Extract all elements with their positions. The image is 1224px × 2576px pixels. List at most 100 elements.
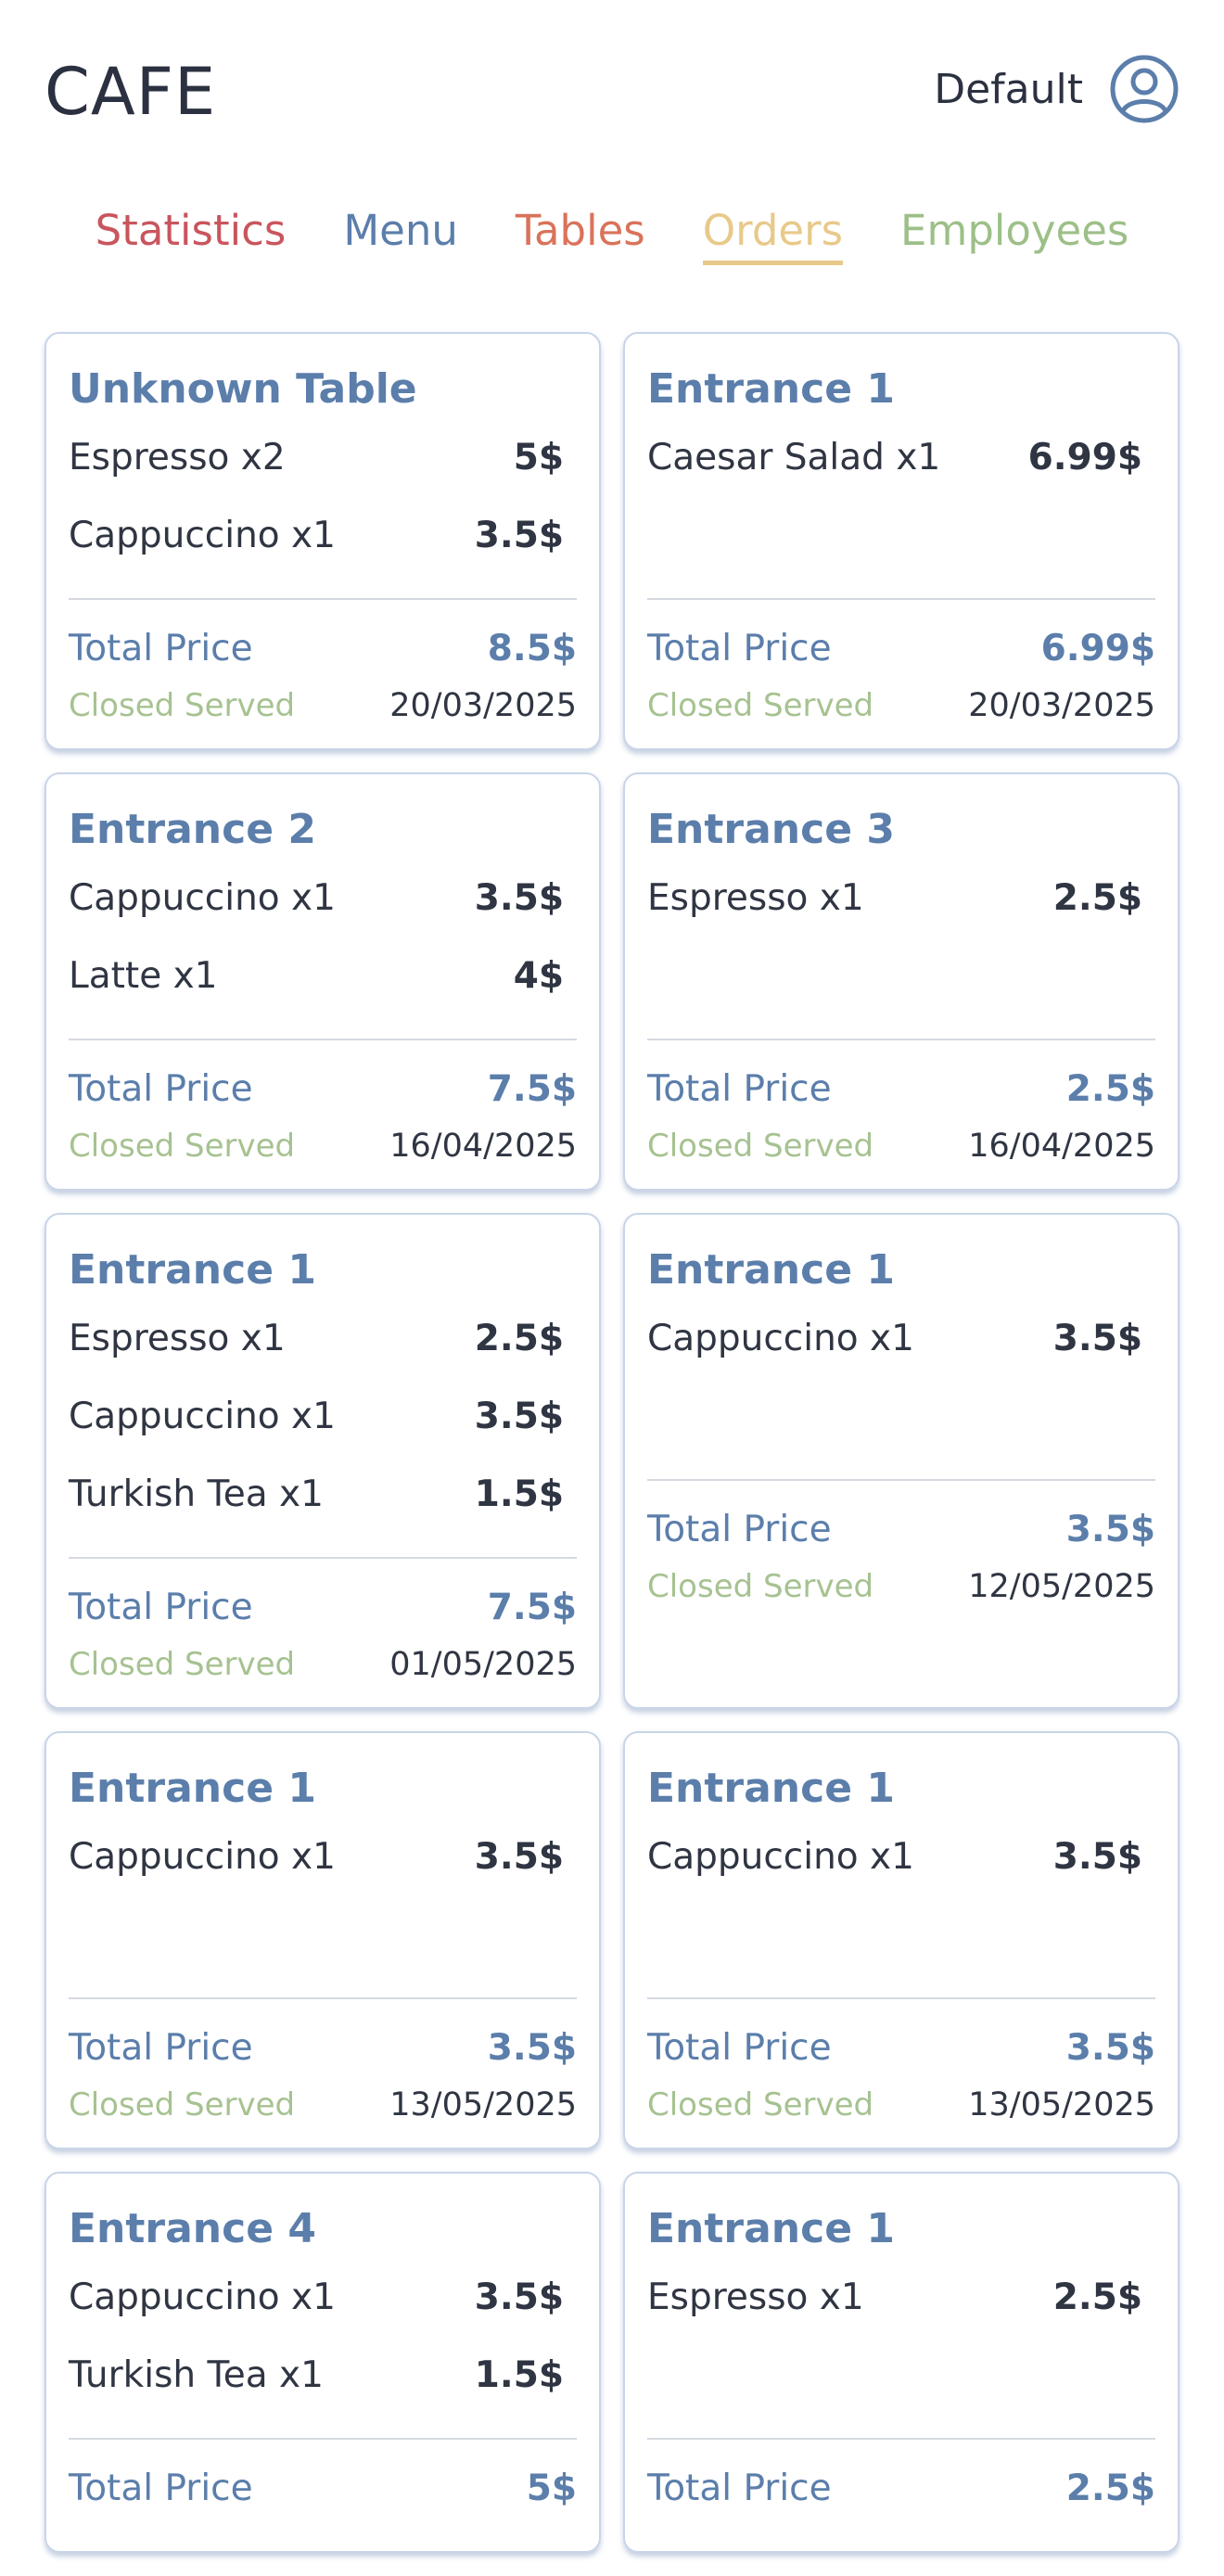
order-item-name: Caesar Salad x1 [647,437,941,478]
order-item-row: Turkish Tea x1 1.5$ [69,1473,577,1516]
total-label: Total Price [647,2027,832,2069]
order-item-row: Caesar Salad x1 6.99$ [647,437,1155,479]
order-item-price: 2.5$ [1052,877,1142,919]
order-item-row: Espresso x1 2.5$ [647,877,1155,920]
order-date: 20/03/2025 [389,687,577,724]
order-card[interactable]: Entrance 3 Espresso x1 2.5$ Total Price 2.5$… [623,772,1179,1191]
order-card[interactable]: Entrance 1 Espresso x1 2.5$ Cappuccino x1 3.… [45,1213,601,1709]
order-item-name: Espresso x1 [647,877,864,919]
order-table-name: Entrance 2 [69,806,316,853]
order-item-name: Cappuccino x1 [647,1318,914,1359]
total-row: Total Price 8.5$ [69,628,577,670]
order-item-name: Espresso x1 [647,2276,864,2318]
total-row: Total Price 7.5$ [69,1587,577,1629]
order-item-name: Espresso x1 [69,1318,286,1359]
order-items-list: Cappuccino x1 3.5$ [69,1836,577,1957]
order-date: 13/05/2025 [968,2086,1155,2123]
status-row: Closed Served 13/05/2025 [647,2086,1155,2123]
total-label: Total Price [647,1509,832,1550]
order-status: Closed Served [647,687,874,724]
total-label: Total Price [69,1587,253,1628]
total-value: 7.5$ [487,1587,577,1628]
order-item-row: Latte x1 4$ [69,955,577,998]
tab-statistics[interactable]: Statistics [96,206,287,265]
order-item-row: Turkish Tea x1 1.5$ [69,2354,577,2397]
order-date: 20/03/2025 [968,687,1155,724]
order-items-list: Espresso x1 2.5$ [647,2276,1155,2397]
user-menu[interactable]: Default [934,54,1179,124]
order-item-price: 3.5$ [474,1396,564,1437]
total-label: Total Price [647,628,832,670]
app-header: CAFE Default [0,0,1224,176]
order-item-price: 1.5$ [474,2354,564,2396]
order-item-name: Cappuccino x1 [69,1836,336,1878]
order-status: Closed Served [647,2086,874,2123]
order-item-price: 2.5$ [474,1318,564,1359]
tab-employees[interactable]: Employees [900,206,1128,265]
total-row: Total Price 2.5$ [647,2468,1155,2510]
card-divider [69,2438,577,2440]
order-item-price: 6.99$ [1027,437,1142,478]
card-divider [647,1997,1155,1999]
total-row: Total Price 7.5$ [69,1068,577,1111]
order-table-name: Entrance 1 [647,1765,895,1812]
status-row: Closed Served 16/04/2025 [69,1128,577,1165]
total-value: 7.5$ [487,1068,577,1110]
user-name[interactable]: Default [934,66,1083,113]
order-item-row: Cappuccino x1 3.5$ [69,877,577,920]
order-table-name: Entrance 1 [647,1246,895,1294]
brand-logo-text[interactable]: CAFE [45,54,216,130]
order-card[interactable]: Entrance 1 Cappuccino x1 3.5$ Total Price 3.… [623,1731,1179,2149]
order-items-list: Caesar Salad x1 6.99$ [647,437,1155,557]
order-status: Closed Served [647,1128,874,1165]
order-item-price: 3.5$ [474,515,564,556]
order-table-name: Entrance 3 [647,806,895,853]
total-label: Total Price [647,1068,832,1110]
status-row: Closed Served 20/03/2025 [647,687,1155,724]
total-row: Total Price 3.5$ [647,1509,1155,1551]
order-card[interactable]: Unknown Table Espresso x2 5$ Cappuccino x1 3… [45,332,601,750]
user-circle-icon[interactable] [1109,54,1179,124]
order-item-row: Espresso x2 5$ [69,437,577,479]
tab-orders[interactable]: Orders [702,206,844,265]
order-status: Closed Served [69,1128,296,1165]
order-card[interactable]: Entrance 1 Cappuccino x1 3.5$ Total Price 3.… [45,1731,601,2149]
tab-menu[interactable]: Menu [343,206,458,265]
order-item-name: Turkish Tea x1 [69,1473,324,1515]
total-label: Total Price [647,2468,832,2509]
order-status: Closed Served [69,1646,296,1683]
order-table-name: Entrance 1 [647,365,895,413]
status-row: Closed Served 01/05/2025 [69,1646,577,1683]
order-card[interactable]: Entrance 2 Cappuccino x1 3.5$ Latte x1 4$ Tot… [45,772,601,1191]
order-date: 16/04/2025 [389,1128,577,1165]
order-item-price: 1.5$ [474,1473,564,1515]
order-card[interactable]: Entrance 1 Espresso x1 2.5$ Total Price 2.5$ [623,2172,1179,2553]
card-divider [69,1557,577,1559]
order-item-price: 3.5$ [474,1836,564,1878]
total-label: Total Price [69,2027,253,2069]
total-row: Total Price 3.5$ [647,2027,1155,2070]
total-label: Total Price [69,1068,253,1110]
card-divider [647,598,1155,600]
total-label: Total Price [69,2468,253,2509]
order-item-row: Cappuccino x1 3.5$ [647,1836,1155,1879]
total-value: 3.5$ [1065,1509,1155,1550]
order-items-list: Cappuccino x1 3.5$ Turkish Tea x1 1.5$ [69,2276,577,2397]
order-items-list: Espresso x2 5$ Cappuccino x1 3.5$ [69,437,577,557]
order-table-name: Entrance 1 [69,1246,316,1294]
order-item-row: Cappuccino x1 3.5$ [69,1396,577,1438]
order-item-row: Cappuccino x1 3.5$ [69,2276,577,2319]
total-row: Total Price 3.5$ [69,2027,577,2070]
total-row: Total Price 2.5$ [647,1068,1155,1111]
order-item-price: 3.5$ [1052,1836,1142,1878]
order-item-name: Cappuccino x1 [647,1836,914,1878]
tab-tables[interactable]: Tables [516,206,645,265]
order-item-price: 3.5$ [1052,1318,1142,1359]
order-card[interactable]: Entrance 4 Cappuccino x1 3.5$ Turkish Tea x… [45,2172,601,2553]
order-items-list: Espresso x1 2.5$ [647,877,1155,998]
order-date: 16/04/2025 [968,1128,1155,1165]
order-card[interactable]: Entrance 1 Cappuccino x1 3.5$ Total Price 3.… [623,1213,1179,1709]
order-item-name: Turkish Tea x1 [69,2354,324,2396]
order-card[interactable]: Entrance 1 Caesar Salad x1 6.99$ Total Pric… [623,332,1179,750]
order-item-row: Cappuccino x1 3.5$ [69,515,577,557]
